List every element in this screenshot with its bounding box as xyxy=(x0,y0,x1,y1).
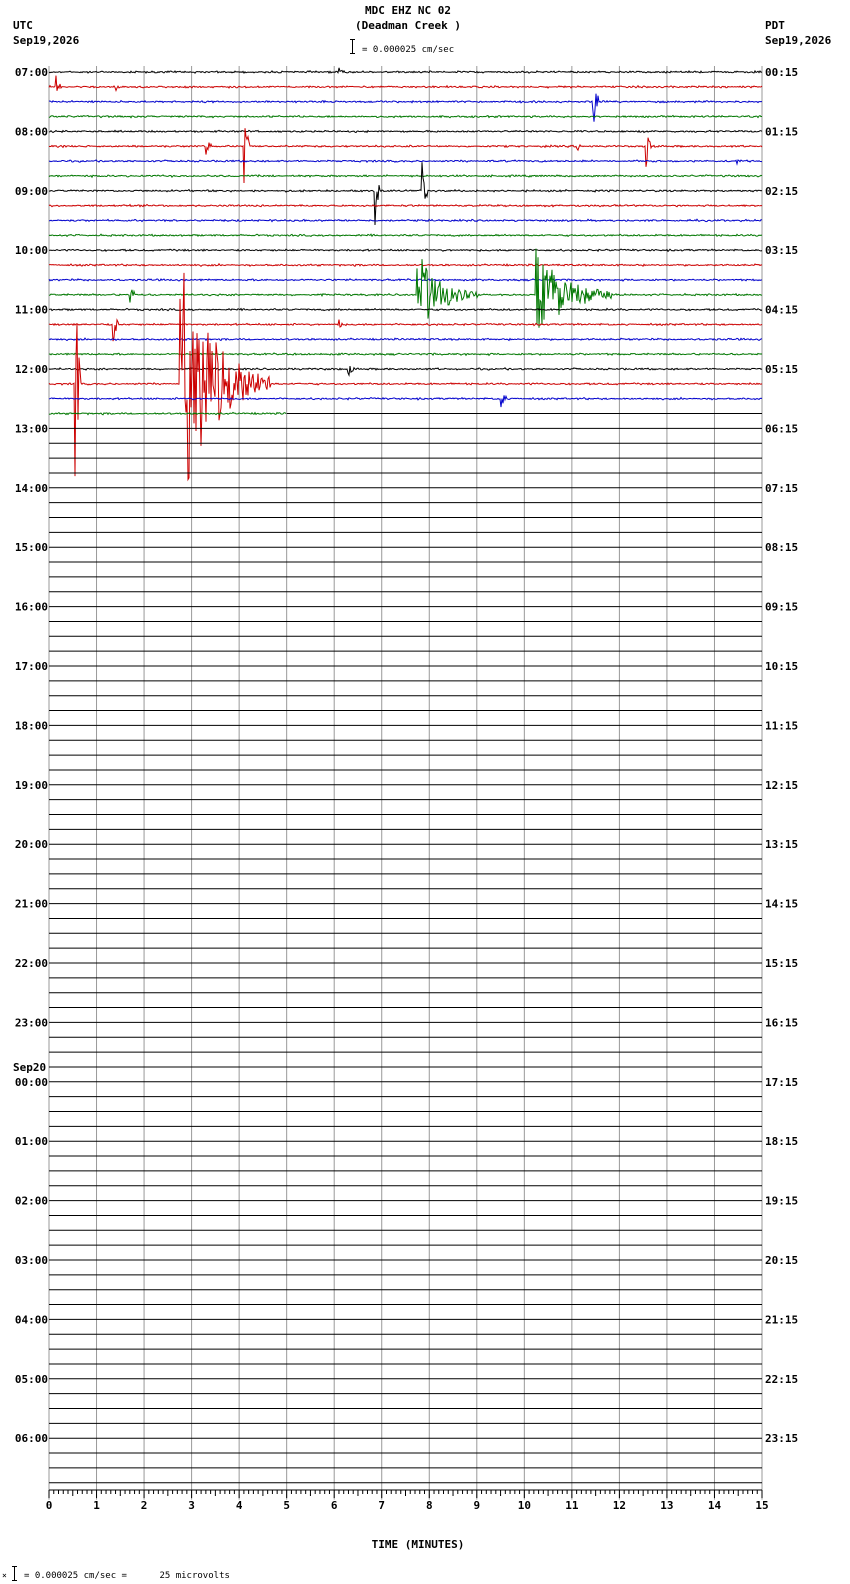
utc-hour-label: 09:00 xyxy=(15,185,48,198)
pdt-hour-label: 12:15 xyxy=(765,779,798,792)
seismic-trace xyxy=(48,318,763,342)
pdt-hour-label: 02:15 xyxy=(765,185,798,198)
x-tick-label: 2 xyxy=(141,1499,148,1512)
pdt-hour-label: 13:15 xyxy=(765,838,798,851)
seismic-trace xyxy=(48,162,763,226)
x-tick-label: 9 xyxy=(473,1499,480,1512)
seismic-trace xyxy=(48,248,763,253)
seismic-trace xyxy=(48,307,763,312)
utc-hour-label: 00:00 xyxy=(15,1076,48,1089)
pdt-hour-label: 05:15 xyxy=(765,363,798,376)
seismic-trace xyxy=(48,366,763,377)
footer-scale-text: = 0.000025 cm/sec = 25 microvolts xyxy=(24,1571,230,1581)
x-tick-label: 3 xyxy=(188,1499,195,1512)
utc-hour-label: 21:00 xyxy=(15,898,48,911)
pdt-hour-label: 10:15 xyxy=(765,660,798,673)
pdt-hour-label: 16:15 xyxy=(765,1016,798,1029)
seismic-trace xyxy=(48,128,763,184)
date-change-label: Sep20 xyxy=(13,1061,46,1074)
seismic-trace xyxy=(48,278,762,283)
seismogram-plot: 07:00 08:00 09:00 10:00 11:00 12:00 13:00 14:00… xyxy=(13,66,798,1512)
x-axis-label: TIME (MINUTES) xyxy=(371,1538,465,1551)
seismic-trace xyxy=(48,394,763,408)
utc-hour-label: 01:00 xyxy=(15,1135,48,1148)
utc-hour-label: 02:00 xyxy=(15,1195,48,1208)
x-tick-label: 12 xyxy=(613,1499,626,1512)
seismic-trace xyxy=(48,272,763,482)
x-tick-label: 4 xyxy=(236,1499,243,1512)
x-tick-label: 0 xyxy=(46,1499,53,1512)
seismic-trace xyxy=(48,75,763,92)
pdt-hour-label: 18:15 xyxy=(765,1135,798,1148)
x-tick-label: 13 xyxy=(660,1499,673,1512)
seismic-trace xyxy=(48,93,763,122)
pdt-hour-label: 07:15 xyxy=(765,482,798,495)
pdt-hour-label: 19:15 xyxy=(765,1195,798,1208)
seismic-trace xyxy=(48,337,763,342)
x-tick-label: 6 xyxy=(331,1499,338,1512)
x-tick-label: 1 xyxy=(93,1499,100,1512)
seismic-trace xyxy=(48,159,763,166)
seismic-trace xyxy=(48,67,763,74)
utc-hour-label: 18:00 xyxy=(15,719,48,732)
x-tick-label: 11 xyxy=(565,1499,579,1512)
x-tick-label: 8 xyxy=(426,1499,433,1512)
utc-hour-label: 06:00 xyxy=(15,1432,48,1445)
footer-mark: × xyxy=(2,1571,7,1580)
utc-hour-label: 04:00 xyxy=(15,1313,48,1326)
seismic-trace xyxy=(48,233,763,238)
utc-hour-label: 17:00 xyxy=(15,660,48,673)
seismic-trace xyxy=(48,248,762,328)
utc-hour-label: 05:00 xyxy=(15,1373,48,1386)
pdt-hour-label: 04:15 xyxy=(765,304,798,317)
utc-hour-label: 12:00 xyxy=(15,363,48,376)
utc-hour-label: 07:00 xyxy=(15,66,48,79)
seismic-trace xyxy=(48,411,287,416)
seismic-trace xyxy=(48,114,763,119)
pdt-hour-label: 09:15 xyxy=(765,601,798,614)
utc-hour-label: 22:00 xyxy=(15,957,48,970)
pdt-hour-label: 22:15 xyxy=(765,1373,798,1386)
pdt-hour-label: 11:15 xyxy=(765,719,798,732)
utc-hour-label: 16:00 xyxy=(15,601,48,614)
pdt-hour-label: 06:15 xyxy=(765,422,798,435)
seismic-trace xyxy=(48,203,763,208)
x-tick-label: 7 xyxy=(378,1499,385,1512)
x-tick-label: 14 xyxy=(708,1499,722,1512)
x-tick-label: 5 xyxy=(283,1499,290,1512)
pdt-hour-label: 21:15 xyxy=(765,1313,798,1326)
pdt-hour-label: 23:15 xyxy=(765,1432,798,1445)
pdt-hour-label: 01:15 xyxy=(765,125,798,138)
utc-hour-label: 20:00 xyxy=(15,838,48,851)
x-tick-label: 10 xyxy=(518,1499,531,1512)
seismic-trace xyxy=(48,352,763,357)
utc-hour-label: 19:00 xyxy=(15,779,48,792)
x-tick-label: 15 xyxy=(755,1499,768,1512)
utc-hour-label: 11:00 xyxy=(15,304,48,317)
utc-hour-label: 13:00 xyxy=(15,422,48,435)
utc-hour-label: 15:00 xyxy=(15,541,48,554)
seismic-trace xyxy=(48,129,763,134)
seismic-trace xyxy=(48,218,763,223)
pdt-hour-label: 03:15 xyxy=(765,244,798,257)
seismic-trace xyxy=(48,174,763,179)
utc-hour-label: 03:00 xyxy=(15,1254,48,1267)
pdt-hour-label: 15:15 xyxy=(765,957,798,970)
utc-hour-label: 23:00 xyxy=(15,1016,48,1029)
seismic-trace xyxy=(48,262,763,268)
pdt-hour-label: 17:15 xyxy=(765,1076,798,1089)
utc-hour-label: 14:00 xyxy=(15,482,48,495)
pdt-hour-label: 14:15 xyxy=(765,898,798,911)
utc-hour-label: 10:00 xyxy=(15,244,48,257)
pdt-hour-label: 00:15 xyxy=(765,66,798,79)
pdt-hour-label: 08:15 xyxy=(765,541,798,554)
pdt-hour-label: 20:15 xyxy=(765,1254,798,1267)
utc-hour-label: 08:00 xyxy=(15,125,48,138)
